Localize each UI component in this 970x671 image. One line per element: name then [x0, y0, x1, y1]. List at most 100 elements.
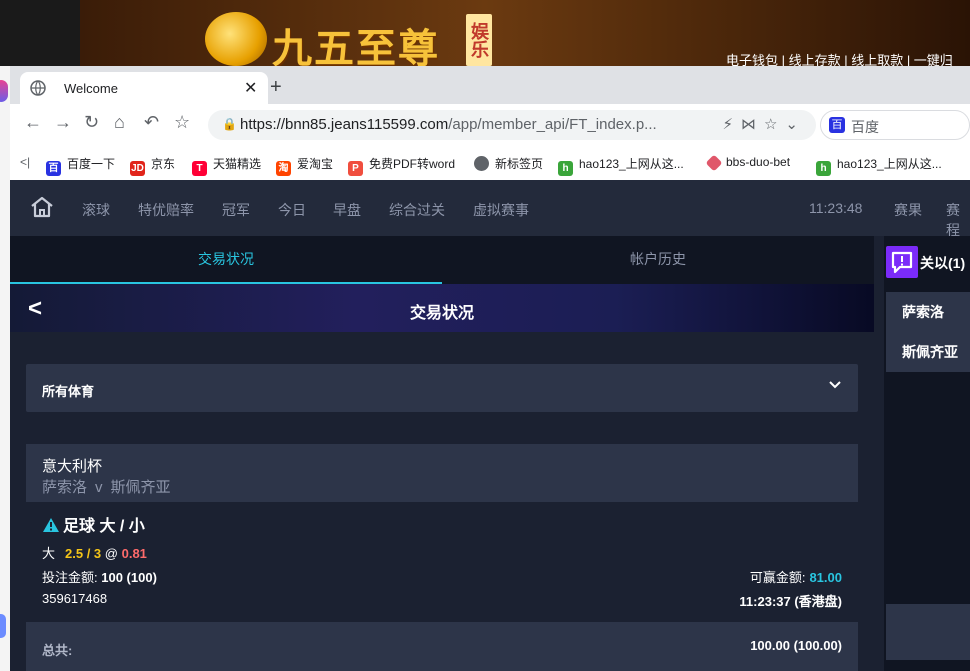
- url-text[interactable]: https://bnn85.jeans115599.com/app/member…: [240, 116, 657, 133]
- nav-item-live[interactable]: 滚球: [82, 200, 110, 220]
- baidu-icon: 百: [46, 161, 61, 176]
- tab-title: Welcome: [64, 81, 118, 96]
- bookmark-item[interactable]: 新标签页: [474, 155, 543, 172]
- nav-item-outright[interactable]: 冠军: [222, 200, 250, 220]
- warning-icon: [43, 518, 59, 532]
- baidu-icon: 百: [829, 117, 845, 133]
- bookmark-item[interactable]: h hao123_上网从这...: [816, 155, 942, 176]
- selection-side: 大: [42, 546, 56, 561]
- stake-label: 投注金额:: [42, 570, 98, 585]
- total-row: 总共: 100.00 (100.00): [26, 622, 858, 671]
- nav-item-parlay[interactable]: 综合过关: [389, 200, 445, 220]
- sport-select-value: 所有体育: [42, 384, 95, 399]
- browser-chrome: Welcome ✕ + ← → ↻ ⌂ ↶ ☆ 🔒 https://bnn85.…: [10, 66, 970, 180]
- bookmark-label: 天猫精选: [213, 157, 262, 171]
- tab-close-icon[interactable]: ✕: [244, 78, 257, 98]
- bookmark-item[interactable]: bbs-duo-bet: [705, 154, 791, 172]
- hao123-icon: h: [816, 161, 831, 176]
- nav-item-results[interactable]: 赛果: [894, 200, 922, 220]
- desktop-app-icon[interactable]: [0, 80, 8, 102]
- bookmarks-toggle-icon[interactable]: <|: [20, 155, 30, 169]
- bookmark-label: 免费PDF转word: [369, 157, 456, 171]
- bookmark-item[interactable]: P 免费PDF转word: [348, 155, 455, 176]
- nav-item-special-odds[interactable]: 特优赔率: [138, 200, 194, 220]
- away-team: 斯佩齐亚: [110, 479, 171, 496]
- selection-line: 2.5 / 3: [65, 546, 102, 561]
- reload-icon[interactable]: ↻: [84, 112, 99, 133]
- stake-amount: 投注金额: 100 (100): [42, 567, 157, 586]
- bookmark-item[interactable]: 百百度一下: [46, 155, 115, 176]
- page-title: 交易状况: [409, 305, 474, 322]
- side-panel: 关以(1) 萨索洛 斯佩齐亚: [884, 236, 970, 671]
- lock-icon: 🔒: [222, 117, 237, 131]
- pdf-icon: P: [348, 161, 363, 176]
- notice-text[interactable]: 关以(1): [920, 253, 965, 273]
- back-icon[interactable]: ←: [24, 112, 42, 133]
- url-host: https://bnn85.jeans115599.com: [240, 116, 449, 133]
- bet-market: 足球 大 / 小: [42, 512, 145, 536]
- bookmark-item[interactable]: 淘爱淘宝: [276, 155, 333, 176]
- desktop-left-strip: [0, 66, 10, 671]
- bookmark-label: 爱淘宝: [297, 157, 334, 171]
- at-symbol: @: [104, 546, 118, 561]
- nav-item-schedule[interactable]: 赛程: [946, 200, 970, 240]
- win-label: 可赢金额:: [749, 570, 806, 585]
- undo-icon[interactable]: ↶: [144, 112, 159, 133]
- tab-strip: Welcome ✕ +: [10, 66, 970, 104]
- potential-win: 可赢金额: 81.00: [750, 567, 842, 586]
- diamond-icon: [705, 154, 723, 172]
- win-value: 81.00: [809, 570, 842, 585]
- nav-item-virtual[interactable]: 虚拟赛事: [473, 200, 529, 220]
- bookmark-label: hao123_上网从这...: [579, 157, 684, 171]
- bet-card-body: 足球 大 / 小 大 2.5 / 3 @ 0.81 投注金额: 100 (100)…: [26, 502, 858, 620]
- forward-icon[interactable]: →: [54, 112, 72, 133]
- tab-transaction-status[interactable]: 交易状况: [10, 236, 442, 284]
- bet-selection: 大 2.5 / 3 @ 0.81: [42, 543, 147, 562]
- bookmark-label: hao123_上网从这...: [837, 157, 942, 171]
- browser-toolbar: ← → ↻ ⌂ ↶ ☆ 🔒 https://bnn85.jeans115599.…: [10, 104, 970, 144]
- address-bar-actions[interactable]: ⚡⋈☆⌄: [722, 115, 806, 133]
- chevron-down-icon: [829, 381, 841, 389]
- sport-select[interactable]: 所有体育: [26, 364, 858, 412]
- bookmark-item[interactable]: T 天猫精选: [192, 155, 261, 176]
- top-navigation: 滚球 特优赔率 冠军 今日 早盘 综合过关 虚拟赛事 11:23:48 赛果 赛…: [10, 180, 970, 238]
- home-icon[interactable]: [30, 196, 54, 218]
- side-bottom-box: [886, 604, 970, 660]
- jd-icon: JD: [130, 161, 145, 176]
- bookmarks-bar: <| 百百度一下 JD 京东 T 天猫精选 淘爱淘宝 P 免费PDF转word 新标签…: [10, 144, 970, 180]
- versus-label: v: [95, 479, 103, 496]
- side-match-card[interactable]: 萨索洛 斯佩齐亚: [886, 292, 970, 372]
- nav-item-early[interactable]: 早盘: [333, 200, 361, 220]
- home-icon[interactable]: ⌂: [114, 112, 125, 133]
- bookmark-item[interactable]: JD 京东: [130, 155, 175, 176]
- star-bookmark-icon[interactable]: ☆: [174, 112, 190, 133]
- selection-odds: 0.81: [121, 546, 147, 561]
- globe-icon: [30, 80, 46, 96]
- site-banner: 九五至尊 娱乐 电子钱包 | 线上存款 | 线上取款 | 一键归: [0, 0, 970, 72]
- message-alert-icon: [891, 251, 913, 274]
- desktop-app-icon[interactable]: [0, 614, 6, 638]
- nav-item-today[interactable]: 今日: [278, 200, 306, 220]
- tab-account-history[interactable]: 帐户历史: [442, 236, 874, 284]
- url-path: /app/member_api/FT_index.p...: [448, 116, 657, 133]
- notice-icon[interactable]: [886, 246, 918, 278]
- taobao-icon: 淘: [276, 161, 291, 176]
- clock: 11:23:48: [809, 200, 863, 216]
- bookmark-label: bbs-duo-bet: [726, 155, 791, 169]
- brand-logo-icon: [205, 12, 267, 66]
- home-team: 萨索洛: [42, 479, 88, 496]
- side-team-away: 斯佩齐亚: [902, 344, 958, 360]
- search-placeholder: 百度: [851, 119, 879, 135]
- address-bar[interactable]: 🔒 https://bnn85.jeans115599.com/app/memb…: [208, 110, 816, 140]
- search-box[interactable]: 百 百度: [820, 110, 970, 140]
- browser-tab[interactable]: Welcome ✕: [20, 72, 268, 104]
- ticket-id: 359617468: [42, 591, 108, 606]
- bet-card-header: 意大利杯 萨索洛 v 斯佩齐亚: [26, 444, 858, 502]
- tmall-icon: T: [192, 161, 207, 176]
- new-tab-icon[interactable]: +: [270, 76, 282, 99]
- bet-time: 11:23:37 (香港盘): [739, 594, 842, 609]
- bookmark-item[interactable]: h hao123_上网从这...: [558, 155, 684, 176]
- betting-page: 滚球 特优赔率 冠军 今日 早盘 综合过关 虚拟赛事 11:23:48 赛果 赛…: [10, 180, 970, 671]
- side-team-home: 萨索洛: [902, 304, 944, 320]
- status-header: < 交易状况: [10, 284, 874, 332]
